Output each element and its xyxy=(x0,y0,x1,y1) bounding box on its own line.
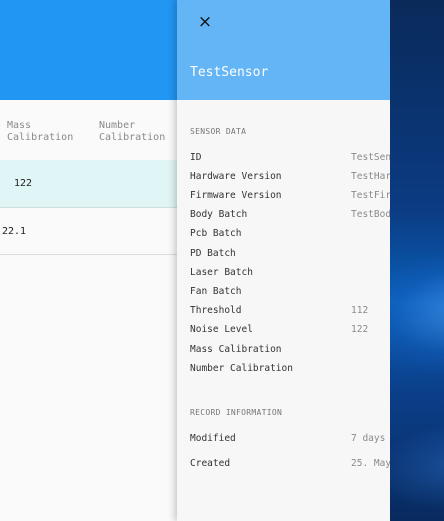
field-row-threshold: Threshold 112 xyxy=(177,305,390,324)
field-label: Number Calibration xyxy=(190,363,293,374)
field-value: TestBod xyxy=(351,209,390,220)
field-row-body-batch: Body Batch TestBod xyxy=(177,209,390,228)
field-row-firmware-version: Firmware Version TestFir xyxy=(177,190,390,209)
field-row-pcb-batch: Pcb Batch xyxy=(177,228,390,247)
column-header-mass-calibration[interactable]: Mass Calibration xyxy=(7,120,73,144)
app-window: Mass Calibration Number Calibration 122 … xyxy=(0,0,390,521)
field-value: 25. May xyxy=(351,458,390,469)
field-row-noise-level: Noise Level 122 xyxy=(177,324,390,343)
field-label: Fan Batch xyxy=(190,286,242,297)
table-cell: 22.1 xyxy=(2,226,27,237)
field-row-mass-calibration: Mass Calibration xyxy=(177,344,390,363)
drawer-header: × TestSensor xyxy=(177,0,390,100)
field-label: PD Batch xyxy=(190,248,236,259)
field-label: Created xyxy=(190,458,231,469)
table-cell: 122 xyxy=(14,178,33,189)
table-row-selected[interactable]: 122 xyxy=(0,160,177,208)
field-value: 112 xyxy=(351,305,369,316)
table-row[interactable]: 22.1 xyxy=(0,208,177,255)
field-label: Mass Calibration xyxy=(190,344,282,355)
field-value: 7 days xyxy=(351,433,386,444)
field-row-number-calibration: Number Calibration xyxy=(177,363,390,382)
field-row-modified: Modified 7 days xyxy=(177,433,390,452)
close-icon[interactable]: × xyxy=(195,12,215,32)
field-label: Hardware Version xyxy=(190,171,282,182)
column-header-number-calibration[interactable]: Number Calibration xyxy=(99,120,165,144)
field-value: TestFir xyxy=(351,190,390,201)
column-header-line: Mass xyxy=(7,120,32,131)
field-row-laser-batch: Laser Batch xyxy=(177,267,390,286)
field-label: Pcb Batch xyxy=(190,228,242,239)
section-label-record-information: RECORD INFORMATION xyxy=(190,408,283,417)
field-label: Modified xyxy=(190,433,236,444)
field-label: Noise Level xyxy=(190,324,253,335)
column-header-line: Calibration xyxy=(99,132,166,143)
field-value: TestHar xyxy=(351,171,390,182)
table-header: Mass Calibration Number Calibration xyxy=(0,100,177,161)
field-row-pd-batch: PD Batch xyxy=(177,248,390,267)
field-row-fan-batch: Fan Batch xyxy=(177,286,390,305)
sensor-detail-drawer: × TestSensor SENSOR DATA ID TestSen Hard… xyxy=(177,0,390,521)
column-header-line: Number xyxy=(99,120,136,131)
field-row-created: Created 25. May xyxy=(177,458,390,477)
section-label-sensor-data: SENSOR DATA xyxy=(190,127,247,136)
field-label: ID xyxy=(190,152,202,163)
drawer-title: TestSensor xyxy=(190,65,269,80)
field-value: TestSen xyxy=(351,152,390,163)
field-value: 122 xyxy=(351,324,369,335)
field-label: Laser Batch xyxy=(190,267,253,278)
field-label: Body Batch xyxy=(190,209,248,220)
column-header-line: Calibration xyxy=(7,132,74,143)
field-label: Threshold xyxy=(190,305,242,316)
field-row-hardware-version: Hardware Version TestHar xyxy=(177,171,390,190)
field-label: Firmware Version xyxy=(190,190,282,201)
field-row-id: ID TestSen xyxy=(177,152,390,171)
